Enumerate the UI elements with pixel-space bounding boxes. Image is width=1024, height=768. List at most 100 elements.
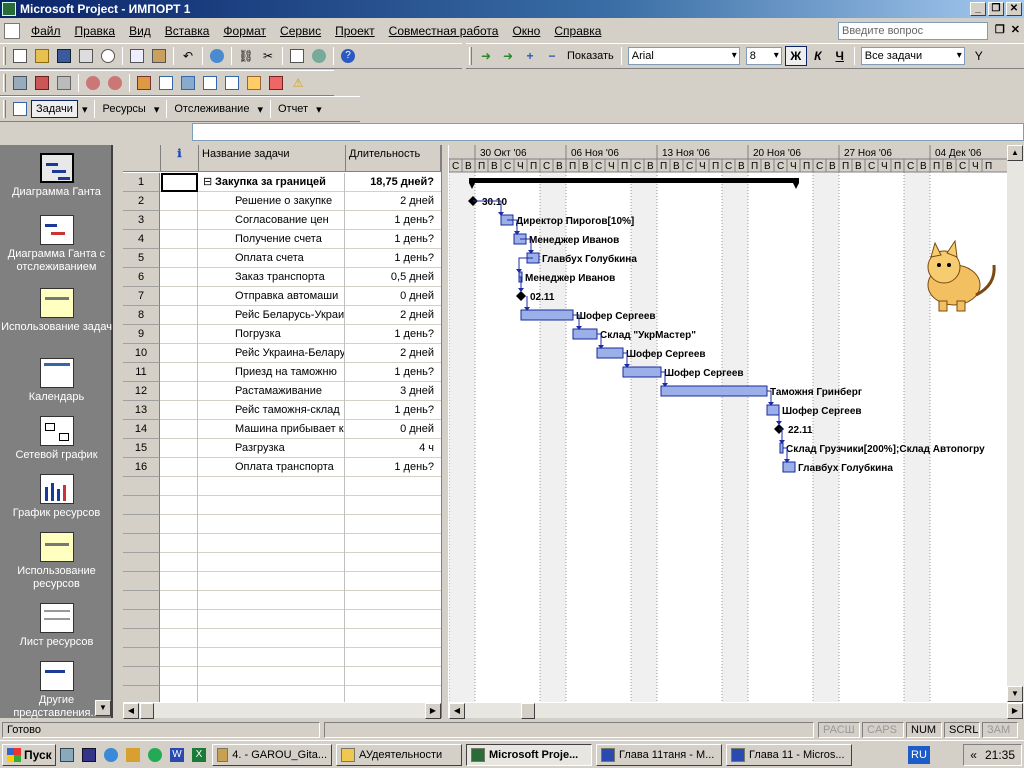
- view-resource-sheet[interactable]: Лист ресурсов: [0, 603, 113, 649]
- taskbar-item-word1[interactable]: Глава 11таня - М...: [596, 743, 722, 766]
- view-resource-usage[interactable]: Использование ресурсов: [0, 532, 113, 591]
- gantt-scroll-left-icon[interactable]: ◀: [449, 703, 465, 719]
- indicator-cell[interactable]: [161, 667, 198, 686]
- table-row[interactable]: 14 Машина прибывает к0 дней: [123, 420, 441, 439]
- row-number[interactable]: [123, 477, 160, 496]
- table-row[interactable]: [123, 591, 441, 610]
- link-icon[interactable]: ⛓: [235, 46, 257, 66]
- tracking-dropdown[interactable]: ▾: [253, 103, 267, 116]
- assign-resources-icon[interactable]: [308, 46, 330, 66]
- close-button[interactable]: ✕: [1006, 2, 1022, 16]
- minus-icon[interactable]: −: [541, 46, 563, 66]
- table-row[interactable]: [123, 648, 441, 667]
- table-icon[interactable]: [155, 73, 177, 93]
- row-number[interactable]: [123, 667, 160, 686]
- task-info-icon[interactable]: [286, 46, 308, 66]
- task-name-cell[interactable]: [199, 534, 345, 553]
- tasks-dropdown[interactable]: ▾: [78, 103, 92, 116]
- font-select[interactable]: Arial: [627, 47, 740, 65]
- view-network[interactable]: Сетевой график: [0, 416, 113, 462]
- duration-cell[interactable]: 2 дней: [346, 306, 438, 325]
- report-icon[interactable]: [265, 73, 287, 93]
- quicklaunch-tool-icon[interactable]: [123, 745, 143, 765]
- row-number[interactable]: [123, 610, 160, 629]
- menu-view[interactable]: Вид: [122, 24, 158, 38]
- task-name-cell[interactable]: [199, 686, 345, 702]
- task-name-cell[interactable]: Получение счета: [199, 230, 345, 249]
- minimize-button[interactable]: _: [970, 2, 986, 16]
- task-name-cell[interactable]: Заказ транспорта: [199, 268, 345, 287]
- undo-icon[interactable]: ↶: [177, 46, 199, 66]
- collapse-icon[interactable]: ⊟: [203, 175, 212, 188]
- task-name-cell[interactable]: [199, 496, 345, 515]
- duration-cell[interactable]: [346, 686, 438, 702]
- task-name-cell[interactable]: Погрузка: [199, 325, 345, 344]
- task-name-cell[interactable]: Растамаживание: [199, 382, 345, 401]
- task-name-cell[interactable]: Рейс Украина-Белару: [199, 344, 345, 363]
- name-column-header[interactable]: Название задачи: [199, 145, 346, 172]
- task-name-cell[interactable]: Закупка за границей: [199, 173, 345, 192]
- plus-icon[interactable]: +: [519, 46, 541, 66]
- report-button[interactable]: Отчет: [274, 103, 312, 115]
- filter-select[interactable]: Все задачи: [860, 47, 965, 65]
- menu-format[interactable]: Формат: [216, 24, 273, 38]
- indicator-cell[interactable]: [161, 629, 198, 648]
- indicator-cell[interactable]: [161, 268, 198, 287]
- preview-icon[interactable]: [97, 46, 119, 66]
- duration-cell[interactable]: [346, 534, 438, 553]
- print-icon[interactable]: [75, 46, 97, 66]
- copy-picture-icon[interactable]: [243, 73, 265, 93]
- indicator-cell[interactable]: [161, 401, 198, 420]
- quicklaunch-excel-icon[interactable]: X: [189, 745, 209, 765]
- doc-close-button[interactable]: ✕: [1011, 23, 1020, 36]
- vertical-scrollbar[interactable]: ▲ ▼: [1007, 145, 1024, 702]
- table-row[interactable]: 10 Рейс Украина-Белару 2 дней: [123, 344, 441, 363]
- new-icon[interactable]: [9, 46, 31, 66]
- indicator-cell[interactable]: [161, 591, 198, 610]
- split-icon[interactable]: ✂: [257, 46, 279, 66]
- indicator-cell[interactable]: [161, 439, 198, 458]
- info-column-icon[interactable]: ℹ: [161, 145, 199, 172]
- task-name-cell[interactable]: [199, 648, 345, 667]
- maximize-button[interactable]: ❐: [988, 2, 1004, 16]
- task-name-cell[interactable]: Приезд на таможню: [199, 363, 345, 382]
- font-size-select[interactable]: 8: [745, 47, 782, 65]
- task-name-cell[interactable]: [199, 591, 345, 610]
- quicklaunch-media-icon[interactable]: [145, 745, 165, 765]
- duration-cell[interactable]: 1 день?: [346, 230, 438, 249]
- paste-icon[interactable]: [148, 46, 170, 66]
- indicator-cell[interactable]: [161, 477, 198, 496]
- task-name-cell[interactable]: [199, 572, 345, 591]
- indicator-cell[interactable]: [161, 382, 198, 401]
- row-number[interactable]: [123, 572, 160, 591]
- row-number[interactable]: 5: [123, 249, 160, 268]
- project-stats-icon[interactable]: [9, 73, 31, 93]
- row-number[interactable]: [123, 629, 160, 648]
- reschedule-icon[interactable]: [53, 73, 75, 93]
- row-number[interactable]: 10: [123, 344, 160, 363]
- taskbar-item-project[interactable]: Microsoft Proje...: [466, 743, 592, 766]
- indicator-cell[interactable]: [161, 610, 198, 629]
- menu-tools[interactable]: Сервис: [273, 24, 328, 38]
- document-icon[interactable]: [4, 23, 20, 39]
- indicator-cell[interactable]: [161, 572, 198, 591]
- table-horizontal-scrollbar[interactable]: ◀ ▶: [123, 702, 441, 719]
- table-row[interactable]: 11 Приезд на таможню 1 день?: [123, 363, 441, 382]
- indicator-cell[interactable]: [161, 306, 198, 325]
- network-icon[interactable]: [177, 73, 199, 93]
- indicator-cell[interactable]: [161, 173, 198, 192]
- task-name-cell[interactable]: Оплата транспорта: [199, 458, 345, 477]
- taskbar-item-folder[interactable]: АУдеятельности: [336, 743, 462, 766]
- duration-cell[interactable]: [346, 496, 438, 515]
- table-row[interactable]: 3 Согласование цен 1 день?: [123, 211, 441, 230]
- duration-cell[interactable]: [346, 515, 438, 534]
- entry-bar[interactable]: [192, 123, 1024, 141]
- indicator-cell[interactable]: [161, 686, 198, 702]
- indicator-cell[interactable]: [161, 515, 198, 534]
- table-scroll-right-icon[interactable]: ▶: [425, 703, 441, 719]
- indicator-cell[interactable]: [161, 553, 198, 572]
- duration-cell[interactable]: [346, 591, 438, 610]
- task-name-cell[interactable]: [199, 553, 345, 572]
- task-name-cell[interactable]: [199, 515, 345, 534]
- task-name-cell[interactable]: [199, 629, 345, 648]
